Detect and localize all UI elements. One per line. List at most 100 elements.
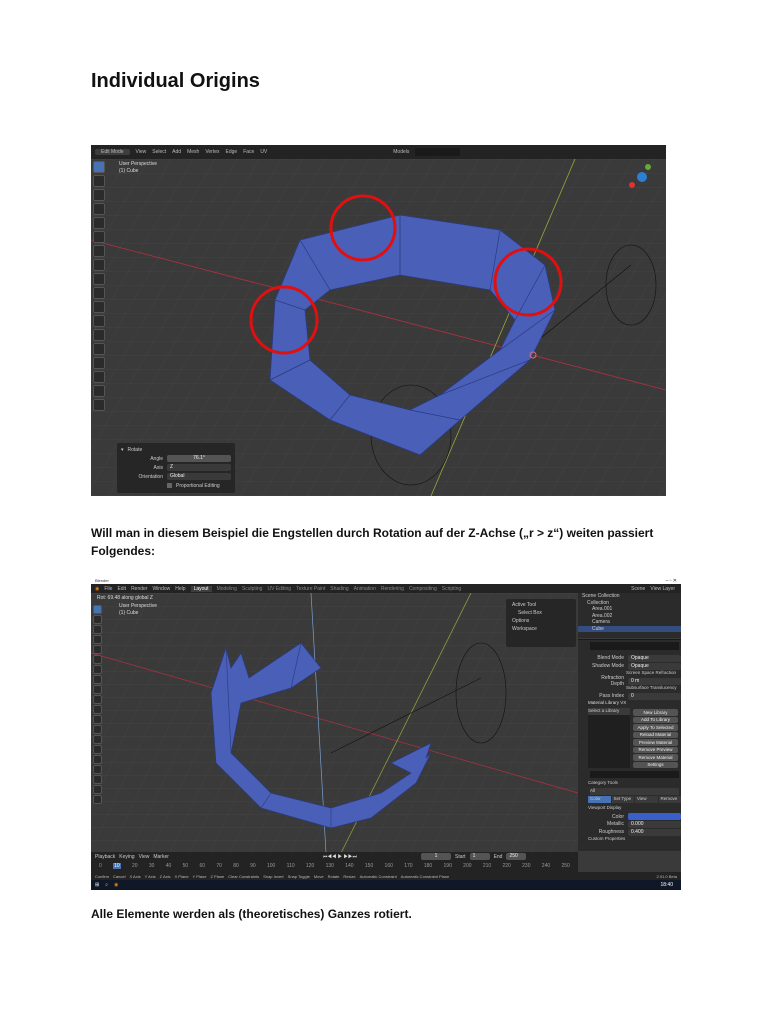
blender-logo-icon[interactable]: ◉: [95, 586, 99, 592]
workspace-tab[interactable]: Modeling: [217, 586, 237, 592]
start-icon[interactable]: ⊞: [95, 882, 99, 888]
tool-icon[interactable]: [93, 605, 102, 614]
metallic-field[interactable]: 0.000: [628, 820, 681, 828]
tool-icon[interactable]: [93, 645, 102, 654]
tool-icon[interactable]: [93, 725, 102, 734]
angle-field[interactable]: 76.1°: [167, 455, 231, 462]
timeline-menu[interactable]: Keying: [119, 854, 134, 860]
menu-add[interactable]: Add: [172, 149, 181, 155]
menu-mesh[interactable]: Mesh: [187, 149, 199, 155]
category-tab[interactable]: Set Type: [611, 796, 634, 803]
tool-icon[interactable]: [93, 665, 102, 674]
tool-icon[interactable]: [93, 301, 105, 313]
tool-icon[interactable]: [93, 795, 102, 804]
tool-icon[interactable]: [93, 775, 102, 784]
category-tab[interactable]: View: [635, 796, 658, 803]
viewport-display-header[interactable]: Viewport Display: [588, 805, 681, 813]
menu-render[interactable]: Render: [131, 586, 147, 592]
tool-icon[interactable]: [93, 625, 102, 634]
scene-select[interactable]: Scene: [631, 586, 645, 592]
tool-icon[interactable]: [93, 231, 105, 243]
category-select[interactable]: All: [590, 788, 679, 795]
library-button[interactable]: Add To Library: [633, 716, 678, 723]
library-button[interactable]: Preview Material: [633, 739, 678, 746]
panel-title[interactable]: ▾ Rotate: [121, 445, 231, 454]
menu-file[interactable]: File: [104, 586, 112, 592]
window-controls[interactable]: – ▫ ✕: [665, 578, 681, 584]
tool-icon[interactable]: [93, 189, 105, 201]
tool-icon[interactable]: [93, 685, 102, 694]
library-button[interactable]: Remove Preview: [633, 746, 678, 753]
tool-icon[interactable]: [93, 615, 102, 624]
start-field[interactable]: 1: [469, 853, 490, 860]
workspace-tab[interactable]: UV Editing: [267, 586, 291, 592]
blender-taskbar-icon[interactable]: ◉: [114, 882, 118, 888]
menu-edit[interactable]: Edit: [117, 586, 126, 592]
workspace-tab[interactable]: Layout: [190, 585, 212, 592]
menu-view[interactable]: View: [136, 149, 147, 155]
tool-icon[interactable]: [93, 287, 105, 299]
outliner-item[interactable]: Cube: [578, 625, 681, 632]
search-field[interactable]: [590, 771, 679, 778]
proportional-editing-checkbox[interactable]: Proportional Editing: [121, 481, 231, 490]
mode-select[interactable]: Edit Mode: [95, 149, 130, 155]
workspace-tab[interactable]: Compositing: [409, 586, 437, 592]
pass-index-field[interactable]: 0: [628, 692, 681, 700]
roughness-field[interactable]: 0.400: [628, 828, 681, 836]
tool-icon[interactable]: [93, 765, 102, 774]
tool-icon[interactable]: [93, 329, 105, 341]
tool-icon[interactable]: [93, 399, 105, 411]
color-swatch[interactable]: [628, 813, 681, 820]
library-button[interactable]: Remove Material: [633, 754, 678, 761]
end-field[interactable]: 250: [506, 853, 527, 860]
library-button[interactable]: Reload Material: [633, 731, 678, 738]
search-field[interactable]: [590, 642, 679, 650]
sidebar-item[interactable]: Active Tool: [508, 601, 574, 609]
blend-mode-field[interactable]: Opaque: [628, 654, 681, 662]
workspace-tab[interactable]: Sculpting: [242, 586, 263, 592]
tool-icon[interactable]: [93, 675, 102, 684]
tool-icon[interactable]: [93, 745, 102, 754]
current-frame[interactable]: 1: [421, 853, 451, 860]
tool-icon[interactable]: [93, 315, 105, 327]
tool-icon[interactable]: [93, 175, 105, 187]
sidebar-item[interactable]: Options: [508, 617, 574, 625]
tool-icon[interactable]: [93, 259, 105, 271]
timeline-menu[interactable]: View: [139, 854, 150, 860]
tool-icon[interactable]: [93, 357, 105, 369]
library-list[interactable]: Select a Library: [588, 708, 630, 768]
workspace-tab[interactable]: Texture Paint: [296, 586, 325, 592]
library-button[interactable]: Settings: [633, 761, 678, 768]
tool-icon[interactable]: [93, 705, 102, 714]
tool-icon[interactable]: [93, 161, 105, 173]
menu-face[interactable]: Face: [243, 149, 254, 155]
library-select[interactable]: Select a Library: [588, 708, 630, 715]
search-field[interactable]: [415, 148, 461, 156]
shadow-mode-field[interactable]: Opaque: [628, 662, 681, 670]
search-icon[interactable]: ⌕: [105, 882, 108, 888]
workspace-tab[interactable]: Shading: [330, 586, 348, 592]
sidebar-item[interactable]: Workspace: [508, 625, 574, 633]
tool-icon[interactable]: [93, 785, 102, 794]
menu-edge[interactable]: Edge: [226, 149, 238, 155]
category-tab[interactable]: Remove: [658, 796, 681, 803]
menu-help[interactable]: Help: [175, 586, 185, 592]
library-button[interactable]: New Library: [633, 709, 678, 716]
models-select[interactable]: Models: [393, 149, 409, 155]
timeline-ruler[interactable]: 0 10 20 30 40 50 60 70 80 90 100 110 120 130 140 150 160…: [91, 861, 578, 870]
menu-uv[interactable]: UV: [260, 149, 267, 155]
orientation-select[interactable]: Global: [167, 473, 231, 480]
custom-properties-header[interactable]: Custom Properties: [588, 836, 681, 843]
tool-icon[interactable]: [93, 755, 102, 764]
workspace-tab[interactable]: Scripting: [442, 586, 461, 592]
tool-icon[interactable]: [93, 635, 102, 644]
sidebar-item[interactable]: Select Box: [514, 609, 574, 617]
tool-icon[interactable]: [93, 735, 102, 744]
timeline-menu[interactable]: Playback: [95, 854, 115, 860]
menu-select[interactable]: Select: [152, 149, 166, 155]
view-layer-select[interactable]: View Layer: [650, 586, 681, 592]
menu-window[interactable]: Window: [152, 586, 170, 592]
playback-controls[interactable]: ⏮◀◀ ▶ ▶▶⏭: [323, 854, 357, 860]
tool-icon[interactable]: [93, 273, 105, 285]
tool-icon[interactable]: [93, 385, 105, 397]
